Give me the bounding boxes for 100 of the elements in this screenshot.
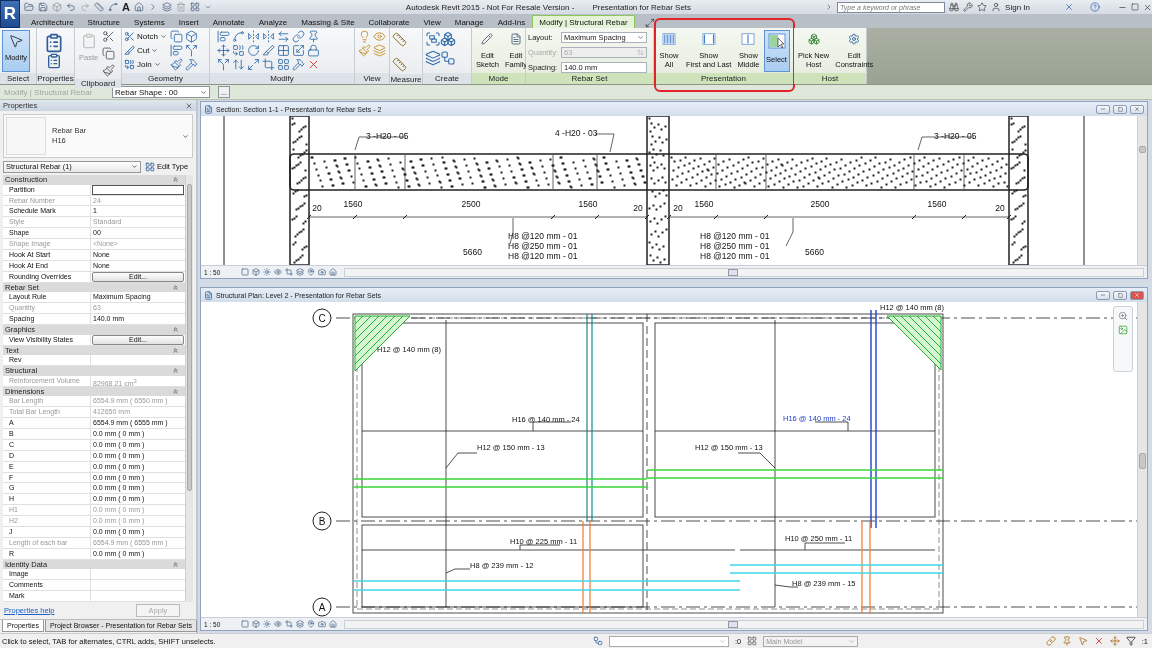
move-icon[interactable]: [217, 43, 230, 57]
dropdown-icon[interactable]: [182, 132, 189, 140]
hide-icon[interactable]: [274, 268, 282, 276]
hide-icon[interactable]: [274, 620, 282, 628]
collapse-icon[interactable]: [172, 284, 179, 291]
paintbrush-icon[interactable]: [169, 57, 183, 71]
ribbon-tab[interactable]: Systems: [127, 15, 172, 28]
collapse-icon[interactable]: [172, 387, 179, 395]
minimize-icon[interactable]: [1100, 292, 1106, 298]
scrollbar[interactable]: [1137, 302, 1147, 617]
link-icon[interactable]: [1045, 636, 1056, 646]
rotate-icon[interactable]: [247, 43, 260, 57]
caret-icon[interactable]: [719, 637, 726, 645]
ribbon-tab[interactable]: Add-Ins: [490, 15, 533, 28]
collapse-icon[interactable]: [172, 326, 179, 334]
bars-icon[interactable]: [660, 33, 678, 45]
bars-icon[interactable]: [739, 33, 758, 45]
align-icon[interactable]: [217, 29, 230, 43]
eye-icon[interactable]: [373, 29, 386, 43]
layers-icon[interactable]: [161, 2, 172, 12]
restore-icon[interactable]: [1131, 3, 1139, 11]
binoculars-icon[interactable]: [949, 2, 960, 12]
ribbon-tab[interactable]: Manage: [447, 15, 491, 28]
close-button[interactable]: [1130, 104, 1144, 114]
dropdown-icon[interactable]: [203, 3, 212, 11]
rebar-shape-dropdown[interactable]: Rebar Shape : 00: [112, 86, 210, 98]
scissors-icon[interactable]: [124, 30, 135, 42]
hammer-icon[interactable]: [184, 57, 198, 71]
filter-icon[interactable]: [1125, 636, 1136, 646]
extend-icon[interactable]: [247, 57, 260, 71]
ruler-icon[interactable]: [392, 32, 407, 47]
ribbon-tab[interactable]: View: [416, 15, 448, 28]
home-icon[interactable]: [329, 620, 337, 628]
grid-icon[interactable]: [145, 161, 155, 172]
crop-icon[interactable]: [285, 620, 293, 628]
close-icon[interactable]: [1143, 2, 1152, 12]
cube-icon[interactable]: [184, 29, 198, 43]
camera-icon[interactable]: [318, 620, 326, 628]
camera-icon[interactable]: [318, 268, 326, 276]
scrollbar[interactable]: [344, 619, 1144, 629]
properties-icon[interactable]: [46, 53, 62, 69]
align-icon[interactable]: [169, 43, 183, 57]
ribbon-tab[interactable]: Analyze: [251, 15, 295, 28]
mirror-icon[interactable]: [262, 29, 275, 43]
ribbon-tab[interactable]: Structure: [80, 15, 128, 28]
layers-icon[interactable]: [424, 49, 441, 66]
image-icon[interactable]: [1118, 325, 1128, 335]
home-icon[interactable]: [329, 268, 337, 276]
user-icon[interactable]: [991, 2, 1002, 12]
collapse-icon[interactable]: [172, 561, 179, 568]
detail-icon[interactable]: [241, 620, 249, 628]
scissors-icon[interactable]: [102, 30, 116, 43]
pin-icon[interactable]: [307, 620, 315, 628]
workset-dropdown[interactable]: [609, 635, 729, 647]
restore-icon[interactable]: [1117, 292, 1123, 298]
select-icon[interactable]: [1077, 636, 1088, 646]
geometry-tool[interactable]: Notch: [124, 30, 167, 42]
help-icon[interactable]: [1090, 2, 1100, 12]
cube-icon[interactable]: [51, 2, 62, 12]
close-icon[interactable]: [185, 101, 193, 110]
pointer-icon[interactable]: [8, 33, 24, 49]
ribbon-tab[interactable]: Annotate: [205, 15, 252, 28]
sun-icon[interactable]: [263, 268, 271, 276]
close-icon[interactable]: [1134, 106, 1140, 112]
layers-icon[interactable]: [296, 268, 304, 276]
geometry-tool[interactable]: Join: [124, 58, 167, 70]
collapse-icon[interactable]: [172, 176, 179, 184]
crop-icon[interactable]: [262, 57, 275, 71]
restore-button[interactable]: [1113, 104, 1127, 114]
bars-cursor-icon[interactable]: [767, 33, 786, 49]
style-icon[interactable]: [252, 268, 260, 276]
collapse-icon[interactable]: [172, 367, 179, 375]
zoom-icon[interactable]: [1118, 311, 1128, 321]
restore-button[interactable]: [1113, 290, 1127, 300]
style-icon[interactable]: [252, 620, 260, 628]
layers-icon[interactable]: [296, 620, 304, 628]
ribbon-tab[interactable]: Architecture: [23, 15, 81, 28]
ribbon-tab[interactable]: Collaborate: [361, 15, 417, 28]
delete-icon[interactable]: [1093, 636, 1104, 646]
ribbon-tab[interactable]: Massing & Site: [294, 15, 362, 28]
pin-icon[interactable]: [1061, 636, 1072, 646]
arrows-icon[interactable]: [232, 57, 245, 71]
document-icon[interactable]: [508, 33, 524, 45]
caret-icon[interactable]: [131, 163, 138, 170]
home-icon[interactable]: [133, 2, 144, 12]
group-icon[interactable]: [424, 30, 441, 47]
property-field[interactable]: [92, 184, 184, 195]
undo-icon[interactable]: [65, 2, 76, 12]
paintbrush-icon[interactable]: [102, 64, 116, 77]
scale-icon[interactable]: [292, 43, 305, 57]
star-icon[interactable]: [977, 2, 988, 12]
hammer-icon[interactable]: [292, 57, 305, 71]
windows-icon[interactable]: [189, 2, 200, 12]
crop-icon[interactable]: [285, 268, 293, 276]
host-icon[interactable]: [805, 33, 822, 45]
pin-icon[interactable]: [307, 29, 320, 43]
text-tool[interactable]: A: [121, 1, 130, 13]
pin-icon[interactable]: [307, 268, 315, 276]
redo-icon[interactable]: [79, 2, 90, 12]
save-icon[interactable]: [37, 2, 48, 12]
